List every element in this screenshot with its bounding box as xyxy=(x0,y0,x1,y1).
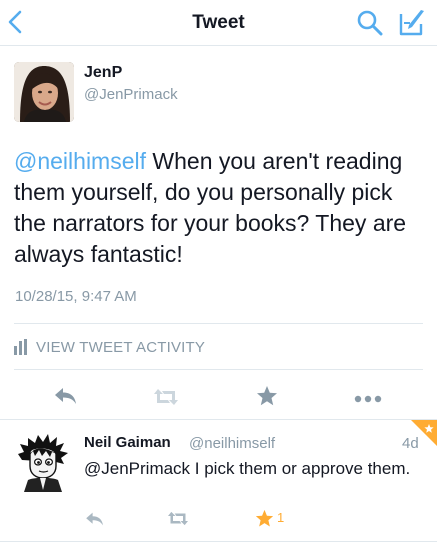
bottom-divider xyxy=(0,541,437,542)
divider xyxy=(14,323,423,324)
avatar[interactable] xyxy=(14,62,74,122)
compose-icon[interactable] xyxy=(396,7,428,39)
divider xyxy=(14,369,423,370)
reply-icon[interactable] xyxy=(85,511,105,527)
favorite-count: 1 xyxy=(277,510,285,525)
reply-author-name[interactable]: Neil Gaiman xyxy=(84,434,171,451)
author-handle[interactable]: @JenPrimack xyxy=(84,86,178,103)
mention-link[interactable]: @neilhimself xyxy=(14,148,146,174)
star-icon-active[interactable] xyxy=(255,509,274,528)
retweet-icon[interactable] xyxy=(167,511,189,526)
tweet-timestamp: 10/28/15, 9:47 AM xyxy=(15,288,137,305)
search-icon[interactable] xyxy=(355,8,385,38)
star-icon[interactable] xyxy=(256,385,278,407)
tweet-text: @neilhimself When you aren't reading the… xyxy=(14,146,424,270)
section-divider xyxy=(0,419,437,420)
more-dots-icon[interactable] xyxy=(354,391,382,403)
reply-avatar[interactable] xyxy=(14,432,72,492)
view-activity-label: VIEW TWEET ACTIVITY xyxy=(36,339,206,356)
nav-bar: Tweet xyxy=(0,0,437,46)
bar-chart-icon xyxy=(14,339,30,355)
retweet-icon[interactable] xyxy=(153,388,179,406)
reply-text: @JenPrimack I pick them or approve them. xyxy=(84,459,411,478)
reply-time: 4d xyxy=(402,435,419,452)
reply-author-handle[interactable]: @neilhimself xyxy=(189,435,275,452)
reply-icon[interactable] xyxy=(54,386,78,406)
author-name[interactable]: JenP xyxy=(84,64,122,82)
